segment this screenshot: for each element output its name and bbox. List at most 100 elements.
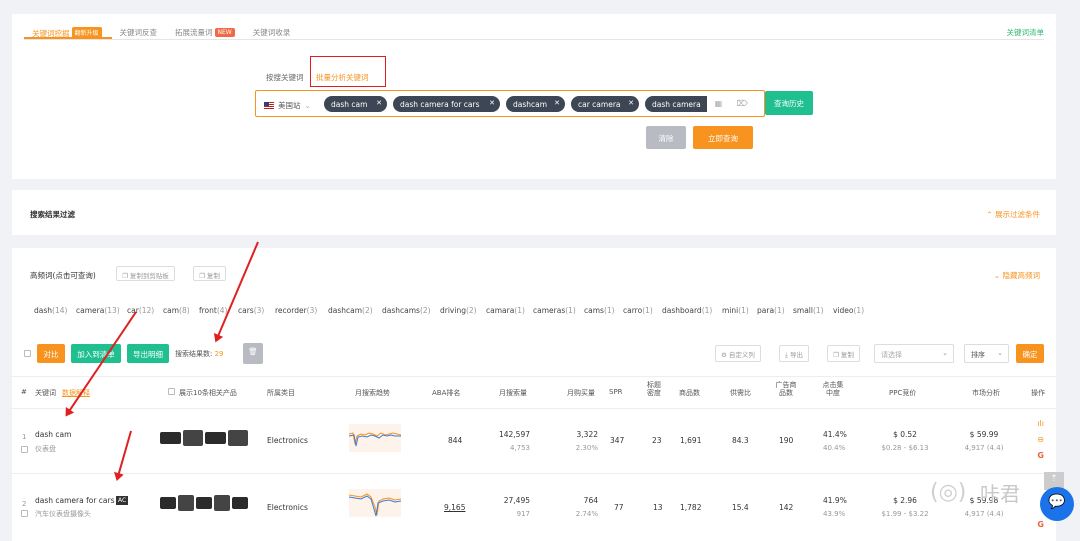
trash-icon[interactable]: 🗑 xyxy=(243,343,263,364)
chevron-down-icon: ⌄ xyxy=(997,349,1003,357)
keyword-chip[interactable]: dash cam ✕ xyxy=(324,96,387,112)
hot-word-dashcam[interactable]: dashcam(2) xyxy=(328,306,373,315)
hot-word-cars[interactable]: cars(3) xyxy=(238,306,264,315)
keyword-chip[interactable]: car camera ✕ xyxy=(571,96,639,112)
col-aba: ABA排名 xyxy=(432,389,461,397)
copy-button[interactable]: ❐ 复制 xyxy=(193,266,226,281)
compare-button[interactable]: 对比 xyxy=(37,344,65,363)
tab-keyword-indexing[interactable]: 关键词收录 xyxy=(245,20,301,39)
tab-keyword-mining[interactable]: 关键词挖掘 翻新升级 xyxy=(24,20,112,39)
column-select[interactable]: 请选择 ⌄ xyxy=(874,344,954,363)
hot-word-text: camera xyxy=(76,306,105,315)
col-market: 市场分析 xyxy=(972,389,1000,397)
col-ppc: PPC竞价 xyxy=(889,389,917,397)
row-keyword[interactable]: dash cam xyxy=(35,430,71,439)
hot-word-camera[interactable]: camera(13) xyxy=(76,306,120,315)
row-product-count: 1,691 xyxy=(680,436,702,445)
select-all-checkbox[interactable] xyxy=(24,350,31,357)
export-button[interactable]: ⤓ 导出 xyxy=(779,345,809,362)
compare-icon[interactable]: ⊖ xyxy=(1037,435,1044,444)
grid-icon[interactable]: ▦ ⌦ xyxy=(715,99,754,108)
tab-label: 关键词反查 xyxy=(119,28,158,37)
row-keyword[interactable]: dash camera for cars xyxy=(35,496,115,505)
hot-word-text: cams xyxy=(584,306,604,315)
watermark-text: 咔君 xyxy=(980,482,1020,506)
custom-columns-button[interactable]: ⚙ 自定义列 xyxy=(715,345,761,362)
row-checkbox[interactable] xyxy=(21,510,28,517)
gear-icon: ⚙ xyxy=(721,351,727,359)
hot-word-mini[interactable]: mini(1) xyxy=(722,306,749,315)
col-actions: 操作 xyxy=(1031,389,1045,397)
hot-word-front[interactable]: front(4) xyxy=(199,306,227,315)
hot-word-small[interactable]: small(1) xyxy=(793,306,824,315)
row-keyword-zh: 仪表盘 xyxy=(35,445,56,453)
copy-clipboard-button[interactable]: ❐ 复制到剪贴板 xyxy=(116,266,175,281)
row-ppc-range: $0.28 - $6.13 xyxy=(881,444,929,452)
chevron-down-icon: ⌄ xyxy=(942,349,948,357)
row-ppc: $ 0.52 xyxy=(893,430,917,439)
bar-chart-icon[interactable]: ılı xyxy=(1037,419,1044,428)
hot-word-recorder[interactable]: recorder(3) xyxy=(275,306,317,315)
select-placeholder: 请选择 xyxy=(881,351,902,359)
hot-word-dash[interactable]: dash(14) xyxy=(34,306,67,315)
mode-single-keyword[interactable]: 按搜关键词 xyxy=(266,72,304,83)
close-icon[interactable]: ✕ xyxy=(376,99,382,107)
hot-word-text: cameras xyxy=(533,306,566,315)
row-checkbox[interactable] xyxy=(21,446,28,453)
close-icon[interactable]: ✕ xyxy=(628,99,634,107)
tab-label: 关键词收录 xyxy=(252,28,291,37)
keyword-chip[interactable]: dash camera for cars ✕ xyxy=(393,96,500,112)
tab-reverse-lookup[interactable]: 关键词反查 xyxy=(112,20,168,39)
row-click-conc: 41.4% xyxy=(823,430,847,439)
download-icon: ⤓ xyxy=(785,351,788,359)
clear-button[interactable]: 清除 xyxy=(646,126,686,149)
export-detail-button[interactable]: 导出明细 xyxy=(127,344,169,363)
product-thumbnails[interactable] xyxy=(160,491,248,515)
query-now-button[interactable]: 立即查询 xyxy=(693,126,753,149)
google-icon[interactable]: G xyxy=(1037,520,1044,529)
confirm-button[interactable]: 确定 xyxy=(1016,344,1044,363)
close-icon[interactable]: ✕ xyxy=(554,99,560,107)
hot-word-text: dashboard xyxy=(662,306,702,315)
site-selector[interactable]: 美国站 ⌄ xyxy=(264,100,311,111)
col-keyword: 关键词 xyxy=(35,389,56,397)
watermark-logo: (◎) xyxy=(930,480,967,505)
keyword-chip[interactable]: dash camera xyxy=(645,96,707,112)
hot-word-video[interactable]: video(1) xyxy=(833,306,864,315)
row-supply-ratio: 84.3 xyxy=(732,436,749,445)
keyword-chip[interactable]: dashcam ✕ xyxy=(506,96,565,112)
hide-hot-words-toggle[interactable]: ⌄ 隐藏高频词 xyxy=(994,270,1040,281)
hot-word-text: carro xyxy=(623,306,643,315)
sort-select[interactable]: 排序 ⌄ xyxy=(964,344,1009,363)
hot-word-dashboard[interactable]: dashboard(1) xyxy=(662,306,712,315)
google-icon[interactable]: G xyxy=(1037,451,1044,460)
button-label: 复制 xyxy=(206,272,220,280)
hot-word-cams[interactable]: cams(1) xyxy=(584,306,615,315)
copy-table-button[interactable]: ❐ 复制 xyxy=(827,345,860,362)
hot-word-carro[interactable]: carro(1) xyxy=(623,306,653,315)
hot-word-count: (12) xyxy=(138,306,155,315)
trend-sparkline[interactable] xyxy=(349,424,401,452)
product-thumbnails[interactable] xyxy=(160,426,248,450)
show-products-checkbox[interactable] xyxy=(168,388,175,395)
tab-traffic-words[interactable]: 拓展流量词 NEW xyxy=(167,20,245,39)
show-filter-toggle[interactable]: ⌃ 展示过滤条件 xyxy=(986,209,1040,220)
query-history-button[interactable]: 查询历史 xyxy=(765,91,813,115)
hot-word-camara[interactable]: camara(1) xyxy=(486,306,525,315)
divider xyxy=(12,473,1056,474)
hot-word-text: mini xyxy=(722,306,739,315)
data-explain-link[interactable]: 数据解释 xyxy=(62,388,90,398)
hot-word-cam[interactable]: cam(8) xyxy=(163,306,190,315)
hot-word-car[interactable]: car(12) xyxy=(127,306,154,315)
row-aba[interactable]: 9,165 xyxy=(444,503,465,512)
toggle-label: 展示过滤条件 xyxy=(995,210,1040,219)
trend-sparkline[interactable] xyxy=(349,489,401,517)
hot-word-para[interactable]: para(1) xyxy=(757,306,785,315)
hot-word-driving[interactable]: driving(2) xyxy=(440,306,477,315)
close-icon[interactable]: ✕ xyxy=(489,99,495,107)
keyword-list-link[interactable]: 关键词清单 xyxy=(1007,27,1045,38)
keyword-search-box[interactable]: 美国站 ⌄ dash cam ✕ dash camera for cars ✕ da… xyxy=(255,90,765,117)
chat-icon[interactable]: 💬 xyxy=(1040,487,1074,521)
hot-word-dashcams[interactable]: dashcams(2) xyxy=(382,306,431,315)
hot-word-cameras[interactable]: cameras(1) xyxy=(533,306,576,315)
